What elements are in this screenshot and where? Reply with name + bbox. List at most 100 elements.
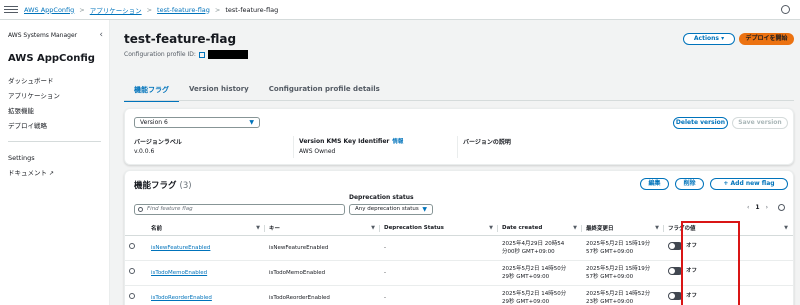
add-new-flag-button[interactable]: + Add new flag bbox=[710, 178, 788, 190]
menu-icon[interactable] bbox=[4, 6, 18, 13]
column-header-date-created[interactable]: Date created ▼ bbox=[498, 222, 582, 236]
row-radio[interactable] bbox=[129, 293, 135, 299]
flag-key-cell: isTodoReorderEnabled bbox=[265, 285, 380, 305]
modified-date: 2025年5月2日 14時52分 bbox=[586, 290, 651, 297]
sort-icon[interactable]: ▼ bbox=[655, 225, 659, 231]
version-label-value: v.0.0.6 bbox=[134, 148, 155, 155]
top-bar: AWS AppConfig > アプリケーション > test-feature-… bbox=[0, 0, 800, 20]
created-date: 2025年5月2日 14時50分 bbox=[502, 265, 567, 272]
deprecation-status-label: Deprecation status bbox=[349, 194, 414, 201]
kms-key-header-label: Version KMS Key Identifier bbox=[299, 138, 390, 145]
flag-key-cell: isTodoMemoEnabled bbox=[265, 260, 380, 286]
copy-icon[interactable] bbox=[198, 51, 205, 58]
column-divider bbox=[293, 136, 294, 158]
sidebar-item-dashboard[interactable]: ダッシュボード bbox=[0, 72, 109, 87]
breadcrumb-separator: > bbox=[214, 5, 221, 14]
flag-modified-cell: 2025年5月2日 15時19分 57秒 GMT+09:00 bbox=[582, 235, 664, 261]
deprecation-status-select[interactable]: Any deprecation status ▼ bbox=[349, 204, 433, 215]
feature-flags-title: 機能フラグ (3) bbox=[134, 179, 192, 191]
breadcrumb-application[interactable]: test-feature-flag bbox=[157, 6, 210, 14]
column-header-key-label: キー bbox=[269, 226, 281, 233]
flag-name-cell: isTodoMemoEnabled bbox=[147, 260, 265, 286]
column-header-deprecation-label: Deprecation Status bbox=[384, 225, 444, 232]
pagination: ‹ 1 › bbox=[747, 204, 785, 211]
column-divider bbox=[457, 136, 458, 158]
column-header-last-modified-label: 最終変更日 bbox=[586, 226, 614, 233]
created-time: 29秒 GMT+09:00 bbox=[502, 273, 550, 280]
sidebar-item-applications[interactable]: アプリケーション bbox=[0, 87, 109, 102]
chevron-down-icon: ▾ bbox=[721, 35, 725, 42]
flag-created-cell: 2025年4月29日 20時54 分00秒 GMT+09:00 bbox=[498, 235, 582, 261]
search-icon bbox=[138, 207, 143, 212]
created-date: 2025年4月29日 20時54 bbox=[502, 240, 565, 247]
breadcrumb: AWS AppConfig > アプリケーション > test-feature-… bbox=[24, 5, 278, 15]
caret-down-icon: ▼ bbox=[422, 206, 427, 213]
sort-icon[interactable]: ▼ bbox=[256, 225, 260, 231]
next-page-icon[interactable]: › bbox=[766, 204, 768, 211]
breadcrumb-applications[interactable]: アプリケーション bbox=[90, 5, 142, 15]
sidebar-item-documentation-label: ドキュメント bbox=[8, 168, 47, 177]
settings-icon[interactable] bbox=[781, 5, 790, 14]
external-link-icon: ↗ bbox=[49, 169, 55, 177]
row-radio[interactable] bbox=[129, 268, 135, 274]
collapse-sidebar-icon[interactable]: ‹ bbox=[99, 30, 103, 40]
sort-icon[interactable]: ▼ bbox=[573, 225, 577, 231]
sidebar-item-extensions[interactable]: 拡張機能 bbox=[0, 102, 109, 117]
flag-name-link[interactable]: isTodoMemoEnabled bbox=[151, 270, 207, 276]
flag-name-cell: isNewFeatureEnabled bbox=[147, 235, 265, 261]
gear-icon[interactable] bbox=[778, 204, 785, 211]
flag-key-cell: isNewFeatureEnabled bbox=[265, 235, 380, 261]
sidebar-item-deployment-strategies[interactable]: デプロイ戦略 bbox=[0, 117, 109, 132]
version-select[interactable]: Version 6 ▼ bbox=[134, 117, 260, 128]
column-header-deprecation[interactable]: Deprecation Status ▼ bbox=[380, 222, 498, 236]
sidebar-divider bbox=[8, 141, 101, 142]
edit-button[interactable]: 編集 bbox=[640, 178, 669, 190]
sort-icon[interactable]: ▼ bbox=[489, 225, 493, 231]
breadcrumb-appconfig[interactable]: AWS AppConfig bbox=[24, 6, 74, 14]
modified-time: 23秒 GMT+09:00 bbox=[586, 298, 634, 305]
redacted-id bbox=[207, 50, 248, 59]
start-deployment-button[interactable]: デプロイを開始 bbox=[739, 33, 794, 45]
modified-date: 2025年5月2日 15時19分 bbox=[586, 240, 651, 247]
modified-time: 57秒 GMT+09:00 bbox=[586, 248, 634, 255]
sort-icon[interactable]: ▼ bbox=[784, 225, 788, 231]
modified-date: 2025年5月2日 15時19分 bbox=[586, 265, 651, 272]
breadcrumb-separator: > bbox=[146, 5, 153, 14]
tabs-divider bbox=[124, 100, 794, 101]
row-select-cell bbox=[125, 260, 147, 286]
sidebar-item-settings[interactable]: Settings bbox=[0, 151, 109, 164]
breadcrumb-separator: > bbox=[79, 5, 85, 14]
column-header-name[interactable]: 名前 ▼ bbox=[147, 222, 265, 236]
modified-time: 57秒 GMT+09:00 bbox=[586, 273, 634, 280]
delete-version-button[interactable]: Delete version bbox=[673, 117, 728, 129]
feature-flags-title-label: 機能フラグ bbox=[134, 181, 177, 191]
save-version-button[interactable]: Save version bbox=[732, 117, 788, 129]
search-input[interactable]: Find feature flag bbox=[134, 204, 345, 215]
select-column-header bbox=[125, 222, 147, 236]
column-header-last-modified[interactable]: 最終変更日 ▼ bbox=[582, 222, 664, 236]
kms-key-value: AWS Owned bbox=[299, 148, 336, 155]
deprecation-status-value: Any deprecation status bbox=[355, 206, 419, 212]
toggle-knob bbox=[669, 268, 675, 274]
feature-flags-card: 機能フラグ (3) 編集 削除 + Add new flag Deprecatio… bbox=[124, 170, 794, 305]
toggle-knob bbox=[669, 243, 675, 249]
row-radio[interactable] bbox=[129, 243, 135, 249]
info-link[interactable]: 情報 bbox=[392, 139, 403, 145]
delete-button[interactable]: 削除 bbox=[675, 178, 704, 190]
sort-icon[interactable]: ▼ bbox=[371, 225, 375, 231]
flag-name-link[interactable]: isNewFeatureEnabled bbox=[151, 245, 210, 251]
column-header-key[interactable]: キー ▼ bbox=[265, 222, 380, 236]
flag-name-link[interactable]: isTodoReorderEnabled bbox=[151, 295, 212, 301]
kms-key-header: Version KMS Key Identifier 情報 bbox=[299, 137, 403, 145]
config-profile-id: Configuration profile ID: bbox=[124, 50, 248, 59]
created-date: 2025年5月2日 14時50分 bbox=[502, 290, 567, 297]
flag-created-cell: 2025年5月2日 14時50分 29秒 GMT+09:00 bbox=[498, 285, 582, 305]
current-page[interactable]: 1 bbox=[755, 204, 759, 211]
actions-button[interactable]: Actions ▾ bbox=[683, 33, 735, 45]
prev-page-icon[interactable]: ‹ bbox=[747, 204, 749, 211]
sidebar-item-documentation[interactable]: ドキュメント ↗ bbox=[0, 164, 109, 179]
main-content: test-feature-flag Configuration profile … bbox=[110, 20, 800, 305]
sidebar-title: AWS AppConfig bbox=[8, 53, 95, 64]
version-label-header: バージョンラベル bbox=[134, 139, 182, 146]
created-time: 分00秒 GMT+09:00 bbox=[502, 248, 555, 255]
